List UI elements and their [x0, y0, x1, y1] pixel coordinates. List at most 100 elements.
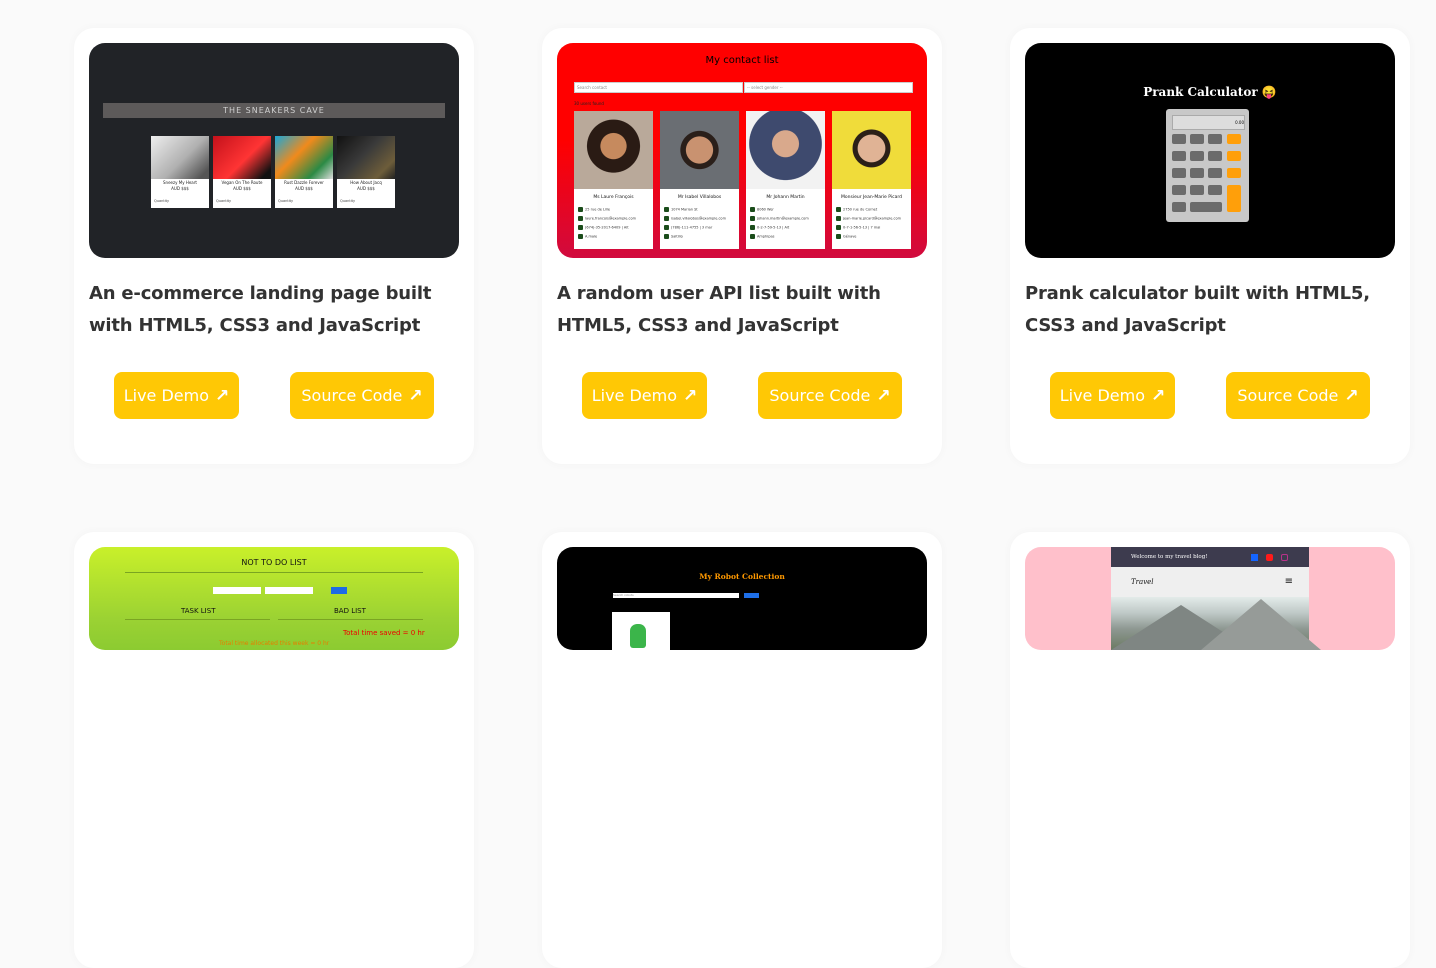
- calculator-key: [1190, 168, 1204, 178]
- live-demo-button[interactable]: Live Demo ↗: [582, 372, 707, 419]
- contact-line: 1074 Marian St: [664, 207, 736, 212]
- calculator-key: [1172, 185, 1186, 195]
- preview-results-count: 30 users found: [574, 101, 604, 106]
- project-card-ecommerce: THE SNEAKERS CAVE Sneezy My Heart AUD $$…: [74, 28, 474, 464]
- preview-calculator: 0.00: [1166, 109, 1249, 222]
- preview-heading: Prank Calculator 😝: [1143, 85, 1277, 99]
- bad-list-label: BAD LIST: [334, 607, 366, 615]
- source-code-button[interactable]: Source Code ↗: [290, 372, 434, 419]
- source-code-button[interactable]: Source Code ↗: [758, 372, 902, 419]
- live-demo-label: Live Demo: [591, 386, 678, 405]
- preview-heading: My contact list: [705, 55, 779, 66]
- preview-search-button: [744, 593, 759, 598]
- youtube-icon: [1266, 554, 1273, 561]
- contact-photo: [746, 111, 825, 189]
- time-saved-text: Total time saved = 0 hr: [343, 629, 425, 637]
- project-card-travel-blog: Welcome to my travel blog! Travel ≡: [1010, 532, 1410, 968]
- contact-line: 25 rue de Lille: [578, 207, 650, 212]
- divider: [125, 619, 270, 620]
- calculator-key: [1208, 168, 1222, 178]
- calculator-key: [1172, 202, 1186, 212]
- project-preview-image[interactable]: My contact list Search contact -- select…: [557, 43, 927, 258]
- project-title: Prank calculator built with HTML5, CSS3 …: [1025, 283, 1370, 336]
- product-name: How About Jacq: [350, 180, 382, 185]
- project-preview-image[interactable]: My Robot Collection Search robots: [557, 547, 927, 650]
- contact-name: Mr Johann Martin: [766, 195, 805, 200]
- calculator-key: [1208, 134, 1222, 144]
- product-price: AUD $$$: [357, 186, 375, 191]
- preview-product-card: Sneezy My Heart AUD $$$ Quantity: [151, 136, 209, 208]
- product-button: Quantity: [278, 199, 294, 203]
- project-preview-image[interactable]: NOT TO DO LIST TASK LIST BAD LIST Total …: [89, 547, 459, 650]
- project-card-robot-collection: My Robot Collection Search robots: [542, 532, 942, 968]
- project-preview-image[interactable]: Welcome to my travel blog! Travel ≡: [1025, 547, 1395, 650]
- contact-line: Génave: [836, 234, 908, 239]
- product-name: Rust Dazzle Forever: [284, 180, 324, 185]
- mountain-hero-image: [1111, 597, 1321, 650]
- arrow-up-right-icon: ↗: [1344, 385, 1359, 406]
- sneaker-image: [275, 136, 333, 179]
- contact-card: Ms Laure François 25 rue de Lille laure.…: [574, 111, 653, 249]
- preview-search-input: Search robots: [613, 593, 739, 598]
- calculator-key: [1227, 185, 1241, 212]
- project-title: A random user API list built with HTML5,…: [557, 283, 881, 336]
- calculator-key: [1172, 168, 1186, 178]
- arrow-up-right-icon: ↗: [1151, 385, 1166, 406]
- live-demo-button[interactable]: Live Demo ↗: [114, 372, 239, 419]
- product-price: AUD $$$: [171, 186, 189, 191]
- preview-product-card: How About Jacq AUD $$$ Quantity: [337, 136, 395, 208]
- task-list-label: TASK LIST: [181, 607, 216, 615]
- preview-product-card: Vegan On The Route AUD $$$ Quantity: [213, 136, 271, 208]
- welcome-text: Welcome to my travel blog!: [1131, 554, 1208, 560]
- arrow-up-right-icon: ↗: [215, 385, 230, 406]
- arrow-up-right-icon: ↗: [876, 385, 891, 406]
- source-code-label: Source Code: [769, 386, 871, 405]
- source-code-label: Source Code: [301, 386, 403, 405]
- preview-heading: NOT TO DO LIST: [241, 558, 307, 567]
- calculator-display: 0.00: [1172, 115, 1245, 130]
- contact-line: 2750 rue du Cornet: [836, 207, 908, 212]
- contact-line: 0-2-7-59-5-13 | Alt: [750, 225, 822, 230]
- contact-line: A.male: [578, 234, 650, 239]
- contact-line: jean-marie.picard@example.com: [836, 216, 908, 221]
- source-code-button[interactable]: Source Code ↗: [1226, 372, 1370, 419]
- contact-card: Mr Isabel Villalobos 1074 Marian St isab…: [660, 111, 739, 249]
- contact-card: Monsieur Jean-Marie Picard 2750 rue du C…: [832, 111, 911, 249]
- calculator-key: [1190, 134, 1204, 144]
- project-title: An e-commerce landing page built with HT…: [89, 283, 432, 336]
- project-preview-image[interactable]: Prank Calculator 😝 0.00: [1025, 43, 1395, 258]
- contact-line: 8060 Wer: [750, 207, 822, 212]
- contact-line: (674)-35-2017-6409 | Alt: [578, 225, 650, 230]
- preview-heading: My Robot Collection: [699, 572, 785, 581]
- contact-line: johann.martin@example.com: [750, 216, 822, 221]
- contact-line: Amphipas: [750, 234, 822, 239]
- hamburger-menu-icon: ≡: [1284, 576, 1293, 587]
- contact-line: 0-7-1-56-5-13 | 7 mai: [836, 225, 908, 230]
- contact-photo: [574, 111, 653, 189]
- arrow-up-right-icon: ↗: [683, 385, 698, 406]
- instagram-icon: [1281, 554, 1288, 561]
- calculator-key: [1227, 134, 1241, 144]
- calculator-key: [1208, 151, 1222, 161]
- preview-banner: THE SNEAKERS CAVE: [103, 103, 445, 118]
- brand-logo: Travel: [1131, 578, 1154, 586]
- live-demo-button[interactable]: Live Demo ↗: [1050, 372, 1175, 419]
- preview-nav: Travel ≡: [1111, 567, 1309, 597]
- project-card-not-to-do-list: NOT TO DO LIST TASK LIST BAD LIST Total …: [74, 532, 474, 968]
- preview-hours-input: [265, 587, 313, 594]
- calculator-key: [1208, 185, 1222, 195]
- calculator-key: [1190, 185, 1204, 195]
- contact-line: isabel.villalobos@example.com: [664, 216, 736, 221]
- calculator-key: [1172, 151, 1186, 161]
- contact-line: laure.francois@example.com: [578, 216, 650, 221]
- project-card-random-user: My contact list Search contact -- select…: [542, 28, 942, 464]
- contact-photo: [832, 111, 911, 189]
- live-demo-label: Live Demo: [123, 386, 210, 405]
- project-preview-image[interactable]: THE SNEAKERS CAVE Sneezy My Heart AUD $$…: [89, 43, 459, 258]
- product-button: Quantity: [154, 199, 170, 203]
- preview-search-input: Search contact: [574, 82, 743, 93]
- product-name: Sneezy My Heart: [163, 180, 197, 185]
- contact-photo: [660, 111, 739, 189]
- preview-task-input: [213, 587, 261, 594]
- contact-line: (786)-111-4755 | 3 mar: [664, 225, 736, 230]
